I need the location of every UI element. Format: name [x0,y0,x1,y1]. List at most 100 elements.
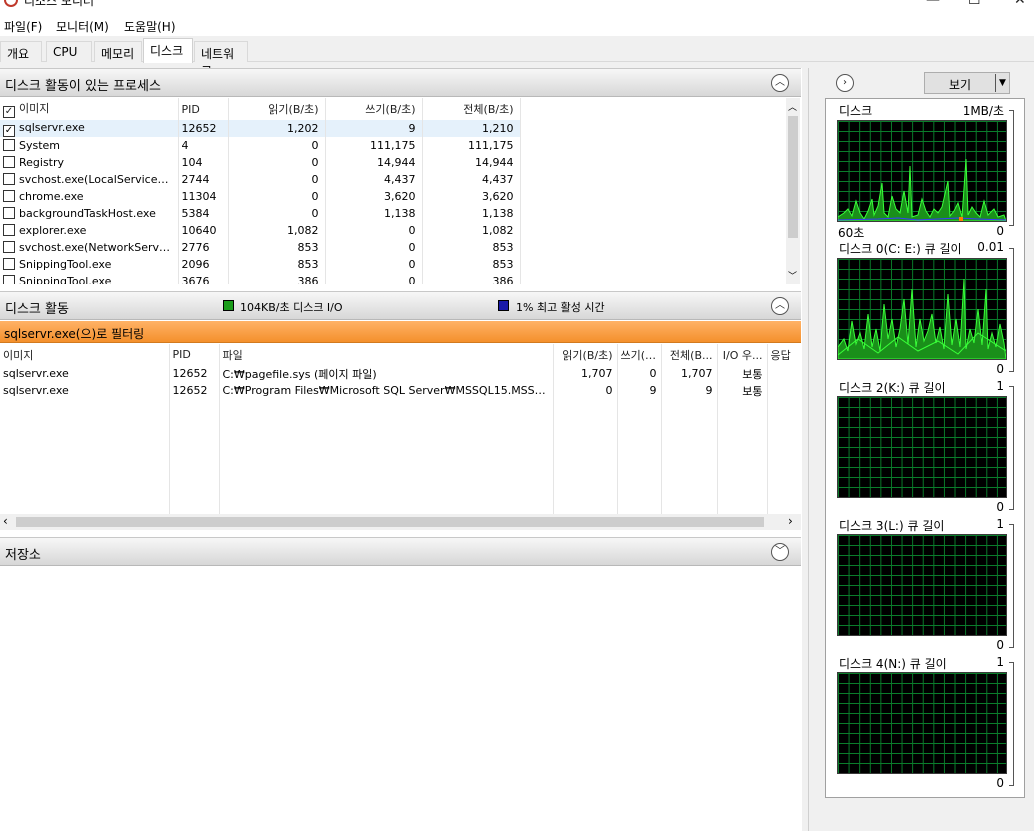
col-write[interactable]: 쓰기(B/초) [325,98,423,120]
process-name-cell[interactable]: SnippingTool.exe [0,256,179,273]
process-checkbox[interactable] [3,241,15,253]
col-response[interactable]: 응답 [767,344,801,365]
col-total[interactable]: 전체(B... [661,344,718,365]
select-all-checkbox[interactable]: ✓ [3,106,15,118]
graph-time-span: 60초 [838,226,865,240]
table-row[interactable]: backgroundTaskHost.exe 5384 0 1,138 1,138 [0,205,521,222]
col-file[interactable]: 파일 [219,344,554,365]
pid-cell: 4 [178,137,229,154]
scroll-left-icon[interactable]: ‹ [3,514,8,528]
menu-file[interactable]: 파일(F) [4,18,42,35]
scroll-thumb[interactable] [16,517,764,527]
table-row[interactable]: SnippingTool.exe 3676 386 0 386 [0,273,521,284]
table-row[interactable]: sqlservr.exe 12652 C:₩Program Files₩Micros… [0,382,801,399]
total-cell: 853 [422,239,521,256]
process-checkbox[interactable] [3,139,15,151]
process-checkbox[interactable] [3,275,15,284]
tab-network[interactable]: 네트워크 [194,41,248,78]
process-name-cell[interactable]: ✓ sqlservr.exe [0,120,179,137]
process-section-header[interactable]: 디스크 활동이 있는 프로세스 ︿ [0,68,801,97]
table-row[interactable]: svchost.exe(NetworkService -... 2776 853 0 8… [0,239,521,256]
file-cell: C:₩Program Files₩Microsoft SQL Server₩MS… [219,382,554,399]
table-row[interactable]: sqlservr.exe 12652 C:₩pagefile.sys (페이지 파일… [0,365,801,382]
table-row[interactable]: SnippingTool.exe 2096 853 0 853 [0,256,521,273]
collapse-pane-icon[interactable]: › [836,74,854,92]
col-pid[interactable]: PID [178,98,229,120]
io-priority-cell: 보통 [717,382,768,399]
process-name-cell[interactable]: explorer.exe [0,222,179,239]
col-pid[interactable]: PID [169,344,220,365]
activity-hscrollbar[interactable]: ‹ › [0,514,801,530]
col-write[interactable]: 쓰기(B... [617,344,662,365]
total-cell: 386 [422,273,521,284]
total-cell: 1,707 [661,365,718,382]
image-cell: sqlservr.exe [0,382,170,399]
collapse-icon[interactable]: ︿ [771,297,789,315]
table-row[interactable]: Registry 104 0 14,944 14,944 [0,154,521,171]
write-cell: 0 [325,256,423,273]
menu-monitor[interactable]: 모니터(M) [56,18,109,35]
resource-monitor-icon [4,0,18,7]
scroll-down-icon[interactable]: ﹀ [788,269,797,282]
process-name-cell[interactable]: SnippingTool.exe [0,273,179,284]
col-io-priority[interactable]: I/O 우... [717,344,768,365]
col-total[interactable]: 전체(B/초) [422,98,521,120]
table-row[interactable]: ✓ sqlservr.exe 12652 1,202 9 1,210 [0,120,521,137]
dropdown-arrow-icon[interactable]: ▼ [995,74,1009,92]
graph-title: 디스크 [839,104,873,118]
scale-bracket [1009,386,1014,510]
graph-title: 디스크 3(L:) 큐 길이 [839,519,945,533]
minimize-icon[interactable]: — [926,0,940,8]
title-bar: 리소스 모니터 — ☐ ✕ [0,0,1034,14]
col-image[interactable]: ✓ 이미지 [0,98,179,120]
process-checkbox[interactable]: ✓ [3,124,15,137]
view-button[interactable]: 보기 ▼ [924,72,1010,94]
process-checkbox[interactable] [3,224,15,236]
maximize-icon[interactable]: ☐ [968,0,981,8]
col-read[interactable]: 읽기(B/초) [553,344,618,365]
process-name-cell[interactable]: System [0,137,179,154]
total-cell: 14,944 [422,154,521,171]
process-name-cell[interactable]: svchost.exe(LocalServiceNoN... [0,171,179,188]
process-checkbox[interactable] [3,156,15,168]
table-row[interactable]: System 4 0 111,175 111,175 [0,137,521,154]
process-name-cell[interactable]: backgroundTaskHost.exe [0,205,179,222]
pid-cell: 104 [178,154,229,171]
tab-cpu[interactable]: CPU [46,41,92,62]
scroll-thumb[interactable] [788,116,798,238]
scroll-up-icon[interactable]: ︿ [788,100,797,113]
col-image[interactable]: 이미지 [0,344,170,365]
scale-bracket [1009,662,1014,786]
section-title: 디스크 활동이 있는 프로세스 [5,79,161,94]
table-row[interactable]: chrome.exe 11304 0 3,620 3,620 [0,188,521,205]
scroll-right-icon[interactable]: › [788,514,793,528]
process-checkbox[interactable] [3,207,15,219]
read-cell: 1,707 [553,365,618,382]
storage-section-header[interactable]: 저장소 ﹀ [0,537,801,566]
tab-memory[interactable]: 메모리 [94,41,142,62]
process-checkbox[interactable] [3,258,15,270]
activity-section-header[interactable]: 디스크 활동 104KB/초 디스크 I/O 1% 최고 활성 시간 ︿ [0,291,801,320]
tab-overview[interactable]: 개요 [0,41,42,62]
process-name-cell[interactable]: svchost.exe(NetworkService -... [0,239,179,256]
collapse-icon[interactable]: ︿ [771,74,789,92]
scale-bracket [1009,524,1014,648]
table-row[interactable]: svchost.exe(LocalServiceNoN... 2744 0 4,437… [0,171,521,188]
expand-icon[interactable]: ﹀ [771,543,789,561]
tab-disk[interactable]: 디스크 [143,38,193,63]
process-scrollbar[interactable]: ︿ ﹀ [786,98,800,284]
write-cell: 1,138 [325,205,423,222]
col-read[interactable]: 읽기(B/초) [228,98,326,120]
graph-title: 디스크 4(N:) 큐 길이 [839,657,947,671]
table-row[interactable]: explorer.exe 10640 1,082 0 1,082 [0,222,521,239]
close-icon[interactable]: ✕ [1014,0,1026,8]
process-name-cell[interactable]: chrome.exe [0,188,179,205]
pid-cell: 11304 [178,188,229,205]
write-cell: 111,175 [325,137,423,154]
graph-min: 0 [996,776,1004,790]
process-checkbox[interactable] [3,173,15,185]
menu-help[interactable]: 도움말(H) [124,18,176,35]
filter-bar: sqlservr.exe(으)로 필터링 [0,321,801,343]
process-checkbox[interactable] [3,190,15,202]
process-name-cell[interactable]: Registry [0,154,179,171]
